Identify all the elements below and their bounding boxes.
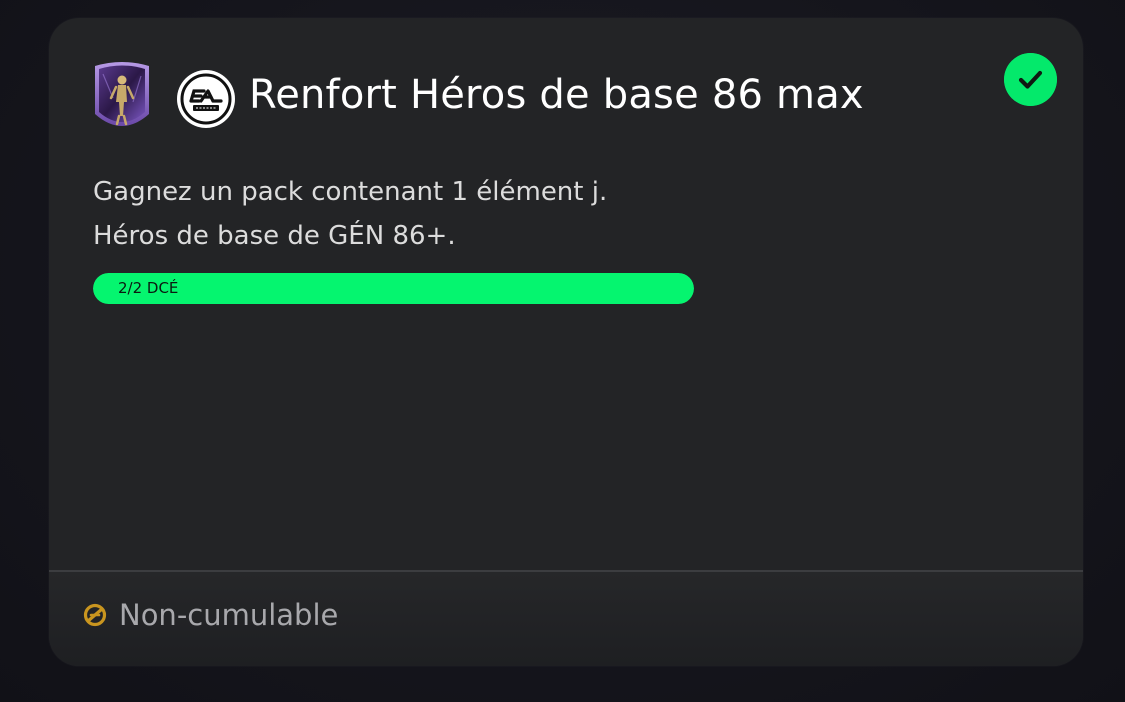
- objective-card-body: Renfort Héros de base 86 max Gagnez un p…: [49, 18, 1083, 570]
- non-stackable-icon: [83, 603, 107, 627]
- description-line-1: Gagnez un pack contenant 1 élément j.: [93, 177, 608, 207]
- hero-card-badge-icon: [95, 62, 149, 126]
- footer-label: Non-cumulable: [119, 598, 339, 632]
- description-line-2: Héros de base de GÉN 86+.: [93, 221, 456, 251]
- ea-sports-logo-icon: [177, 70, 235, 128]
- checkmark-icon: [1004, 53, 1057, 106]
- objective-title: Renfort Héros de base 86 max: [249, 72, 864, 118]
- objective-description: Gagnez un pack contenant 1 élément j. Hé…: [93, 170, 793, 258]
- card-footer: Non-cumulable: [49, 572, 1083, 666]
- progress-label: 2/2 DCÉ: [118, 279, 179, 297]
- progress-bar-fill: [93, 273, 694, 304]
- progress-bar: 2/2 DCÉ: [93, 273, 694, 304]
- screen: Renfort Héros de base 86 max Gagnez un p…: [0, 0, 1125, 702]
- objective-card[interactable]: Renfort Héros de base 86 max Gagnez un p…: [49, 18, 1083, 666]
